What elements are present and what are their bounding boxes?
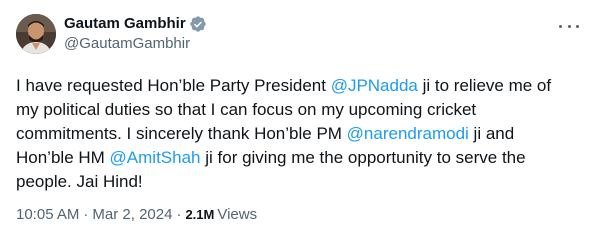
- author-block: Gautam Gambhir @GautamGambhir: [64, 14, 207, 54]
- author-handle[interactable]: @GautamGambhir: [64, 34, 207, 54]
- views-count[interactable]: 2.1M: [185, 205, 214, 225]
- tweet-time[interactable]: 10:05 AM: [16, 205, 79, 225]
- mention-link-narendramodi[interactable]: @narendramodi: [347, 124, 469, 143]
- mention-link-jpnadda[interactable]: @JPNadda: [331, 76, 418, 95]
- tweet-date[interactable]: Mar 2, 2024: [92, 205, 172, 225]
- mention-link-amitshah[interactable]: @AmitShah: [110, 148, 201, 167]
- tweet-meta: 10:05 AM · Mar 2, 2024 · 2.1M Views: [16, 205, 257, 225]
- tweet-card: Gautam Gambhir @GautamGambhir I have req…: [0, 0, 597, 243]
- tweet-text: I have requested Hon’ble Party President…: [16, 74, 581, 194]
- verified-badge-icon[interactable]: [189, 15, 207, 33]
- more-options-icon[interactable]: [559, 20, 579, 32]
- meta-separator: ·: [176, 206, 182, 223]
- avatar[interactable]: [16, 14, 56, 54]
- tweet-text-segment: I have requested Hon’ble Party President: [16, 76, 331, 95]
- views-label[interactable]: Views: [217, 205, 257, 225]
- profile-avatar-image: [16, 14, 56, 54]
- tweet-header: Gautam Gambhir @GautamGambhir: [16, 14, 581, 62]
- author-name[interactable]: Gautam Gambhir: [64, 14, 186, 34]
- author-name-row[interactable]: Gautam Gambhir: [64, 14, 207, 34]
- meta-separator: ·: [83, 206, 89, 223]
